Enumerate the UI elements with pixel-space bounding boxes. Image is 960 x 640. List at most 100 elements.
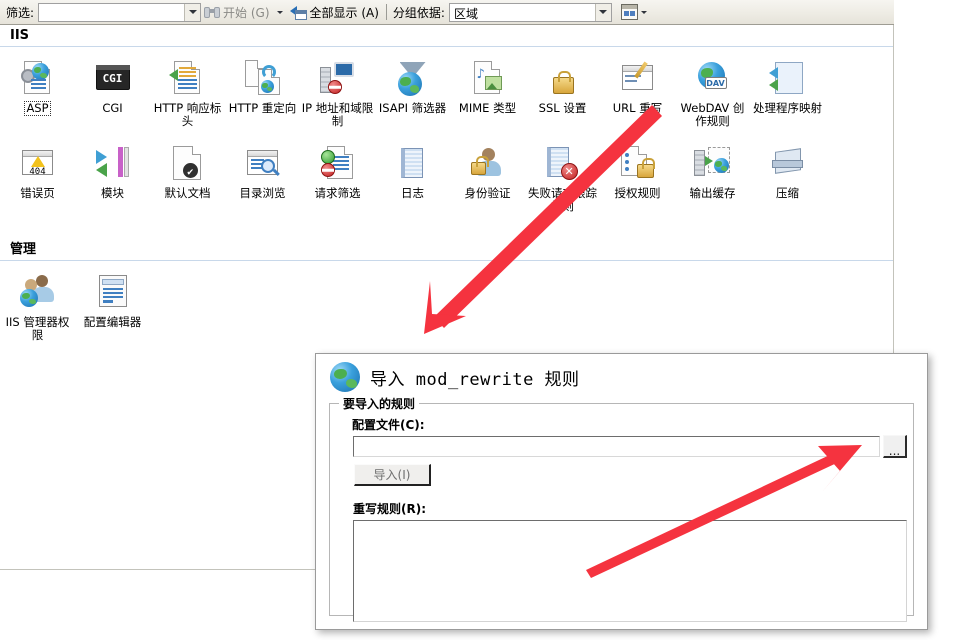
feature-ip-restrictions[interactable]: IP 地址和域限制 [300,55,375,128]
feature-url-rewrite[interactable]: URL 重写 [600,55,675,128]
feature-default-document[interactable]: ✔ 默认文档 [150,140,225,213]
compression-icon [767,144,809,184]
directory-browsing-icon [242,144,284,184]
feature-handler-mappings[interactable]: 处理程序映射 [750,55,825,128]
modules-icon [92,144,134,184]
output-caching-icon [692,144,734,184]
binoculars-icon [204,5,221,19]
show-all-button[interactable]: 全部显示 (A) [287,2,382,23]
feature-asp[interactable]: ASP [0,55,75,128]
dialog-header: 导入 mod_rewrite 规则 [316,354,927,396]
feature-webdav-authoring-rules[interactable]: DAV WebDAV 创作规则 [675,55,750,128]
section-management-title: 管理 [10,242,37,257]
rewrite-rules-label: 重写规则(R): [353,502,427,516]
feature-label: 输出缓存 [689,186,736,200]
feature-label: 身份验证 [464,186,511,200]
section-management: 管理 IIS 管理器权限 配置编辑器 [0,235,893,342]
ssl-settings-icon [542,59,584,99]
feature-iis-manager-permissions[interactable]: IIS 管理器权限 [0,269,75,342]
error-pages-icon: 404 [17,144,59,184]
section-iis: IIS ASP CGI CGI HTTP 响应标头 HTTP 重定向 IP 地址… [0,25,893,213]
ip-restrictions-icon [317,59,359,99]
import-button-label: 导入(I) [373,468,411,482]
feature-row: IIS 管理器权限 配置编辑器 [0,261,893,342]
webdav-authoring-rules-icon: DAV [692,59,734,99]
feature-label: 错误页 [20,186,55,200]
view-grid-icon [620,4,638,20]
browse-button[interactable]: ... [883,435,907,458]
feature-configuration-editor[interactable]: 配置编辑器 [75,269,150,342]
group-by-select[interactable]: 区域 [448,2,612,22]
feature-mime-types[interactable]: ♪ MIME 类型 [450,55,525,128]
failed-request-tracing-icon: ✕ [542,144,584,184]
feature-authorization-rules[interactable]: 授权规则 [600,140,675,213]
feature-label: 默认文档 [164,186,211,200]
group-by-dropdown-arrow[interactable] [594,3,611,21]
feature-label: HTTP 重定向 [228,101,297,115]
request-filtering-icon [317,144,359,184]
go-button-label: 开始 (G) [223,5,270,20]
feature-label: IIS 管理器权限 [5,315,70,342]
feature-label: 处理程序映射 [753,101,822,115]
feature-cgi[interactable]: CGI CGI [75,55,150,128]
feature-authentication[interactable]: 身份验证 [450,140,525,213]
feature-ssl-settings[interactable]: SSL 设置 [525,55,600,128]
chevron-down-icon [188,10,197,14]
config-file-input[interactable] [353,436,880,457]
iis-manager-permissions-icon [17,273,59,313]
group-by-label: 分组依据: [392,5,445,20]
feature-isapi-filters[interactable]: ISAPI 筛选器 [375,55,450,128]
feature-label: 请求筛选 [314,186,361,200]
group-legend: 要导入的规则 [339,395,420,412]
feature-label: URL 重写 [612,101,663,115]
handler-mappings-icon [767,59,809,99]
screen-root: 筛选: 开始 (G) 全部显示 (A) 分组依据: 区域 IIS ASP CGI… [0,0,960,640]
logging-icon [392,144,434,184]
feature-label: 压缩 [776,186,799,200]
authentication-icon [467,144,509,184]
toolbar-separator [385,4,387,20]
feature-directory-browsing[interactable]: 目录浏览 [225,140,300,213]
feature-row: ASP CGI CGI HTTP 响应标头 HTTP 重定向 IP 地址和域限制… [0,47,893,128]
feature-error-pages[interactable]: 404 错误页 [0,140,75,213]
view-mode-button[interactable] [618,2,650,23]
chevron-down-icon [276,10,283,14]
feature-request-filtering[interactable]: 请求筛选 [300,140,375,213]
feature-modules[interactable]: 模块 [75,140,150,213]
feature-compression[interactable]: 压缩 [750,140,825,213]
chevron-down-icon [599,10,608,14]
isapi-filters-icon [392,59,434,99]
feature-label: CGI [102,101,123,115]
feature-label: ISAPI 筛选器 [378,101,447,115]
features-toolbar: 筛选: 开始 (G) 全部显示 (A) 分组依据: 区域 [0,0,894,25]
go-button[interactable]: 开始 (G) [201,2,272,23]
feature-label: 模块 [101,186,124,200]
go-dropdown[interactable] [273,10,287,14]
feature-label: HTTP 响应标头 [153,101,222,128]
show-all-label: 全部显示 (A) [309,5,379,20]
globe-icon [330,362,360,392]
mime-types-icon: ♪ [467,59,509,99]
filter-input[interactable] [38,2,202,22]
chevron-down-icon [640,10,647,14]
feature-row: 404 错误页 模块 ✔ 默认文档 目录浏览 请求筛选 日志 身份验证 ✕ 失败… [0,128,893,213]
filter-label: 筛选: [6,5,35,20]
asp-icon [17,59,59,99]
feature-http-redirect[interactable]: HTTP 重定向 [225,55,300,128]
rewrite-rules-textarea[interactable] [353,520,907,622]
cgi-icon: CGI [92,59,134,99]
dialog-title: 导入 mod_rewrite 规则 [370,369,580,390]
filter-dropdown-arrow[interactable] [184,3,201,21]
url-rewrite-icon [617,59,659,99]
feature-failed-request-tracing[interactable]: ✕ 失败请求跟踪规则 [525,140,600,213]
feature-label: 配置编辑器 [83,315,142,329]
browse-button-label: ... [888,444,901,458]
http-response-headers-icon [167,59,209,99]
feature-output-caching[interactable]: 输出缓存 [675,140,750,213]
import-button[interactable]: 导入(I) [354,464,431,486]
feature-logging[interactable]: 日志 [375,140,450,213]
feature-http-response-headers[interactable]: HTTP 响应标头 [150,55,225,128]
feature-label: 目录浏览 [239,186,286,200]
config-file-label: 配置文件(C): [352,418,425,432]
import-mod-rewrite-dialog: 导入 mod_rewrite 规则 要导入的规则 配置文件(C): ... 导入… [315,353,928,630]
